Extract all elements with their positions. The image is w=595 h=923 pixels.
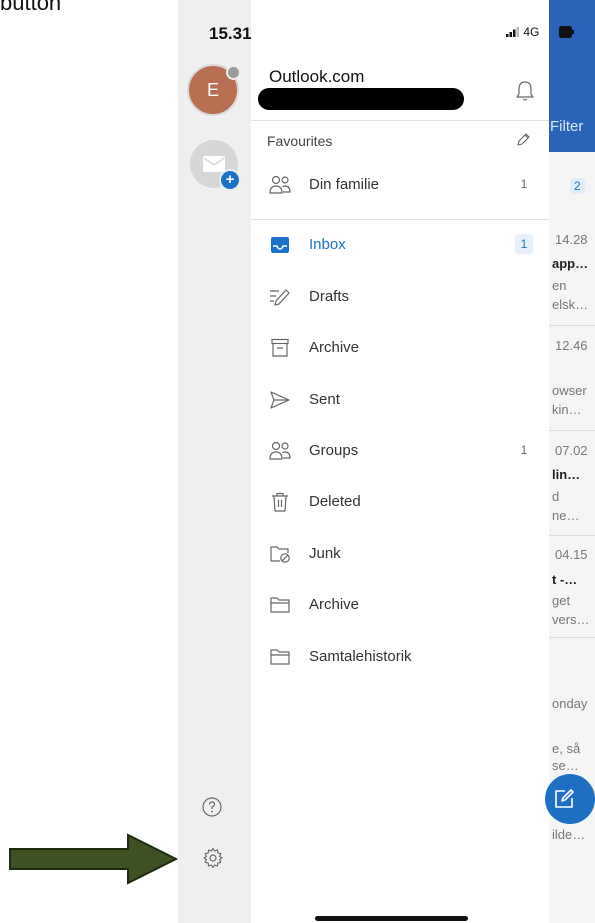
mail-fragment: lin… — [552, 467, 581, 482]
mail-fragment: get — [552, 593, 571, 608]
row-divider — [549, 325, 595, 326]
account-title: Outlook.com — [269, 67, 365, 86]
filter-button[interactable]: Filter — [550, 118, 583, 135]
trash-icon — [272, 492, 288, 512]
unread-count — [515, 337, 533, 357]
groups-icon — [269, 175, 291, 194]
mail-fragment: d — [552, 489, 560, 504]
divider — [251, 120, 549, 121]
unread-count — [515, 491, 533, 511]
mail-fragment: kin… — [552, 402, 582, 417]
redacted-email — [258, 88, 464, 110]
network-label: 4G — [523, 25, 540, 39]
favourite-item-din-familie[interactable]: Din familie 1 — [251, 165, 549, 205]
folder-item-archive[interactable]: Archive — [251, 328, 549, 368]
mail-fragment: 14.28 — [555, 232, 588, 247]
status-indicators: 4G — [506, 25, 539, 39]
folder-label: Drafts — [309, 288, 350, 305]
folder-item-samtalehistorik[interactable]: Samtalehistorik — [251, 637, 549, 677]
folder-label: Archive — [309, 339, 360, 356]
mail-fragment: 12.46 — [555, 338, 588, 353]
unread-count: 1 — [520, 177, 528, 191]
help-icon[interactable] — [202, 797, 222, 817]
row-divider — [549, 430, 595, 431]
mail-fragment: owser — [552, 383, 587, 398]
unread-count: 1 — [515, 234, 533, 254]
folder-item-sent[interactable]: Sent — [251, 380, 549, 420]
mail-fragment: e, så — [552, 741, 581, 756]
folder-label: Din familie — [309, 176, 380, 193]
folder-item-junk[interactable]: Junk — [251, 534, 549, 574]
row-divider — [549, 535, 595, 536]
folder-label: Sent — [309, 391, 340, 408]
groups-icon — [269, 441, 291, 460]
folder-label: Junk — [309, 545, 341, 562]
home-indicator — [315, 916, 468, 921]
plus-icon: + — [219, 169, 241, 191]
folder-label: Archive — [309, 596, 360, 613]
row-divider — [549, 637, 595, 638]
folder-item-archive-2[interactable]: Archive — [251, 585, 549, 625]
unread-count: 1 — [520, 443, 528, 457]
folder-label: Samtalehistorik — [309, 648, 412, 665]
mail-fragment: 07.02 — [555, 443, 588, 458]
unread-count — [515, 286, 533, 306]
presence-dot — [226, 65, 241, 80]
pencil-icon[interactable] — [515, 132, 531, 148]
folder-item-inbox[interactable]: Inbox 1 — [251, 225, 549, 265]
drafts-icon — [270, 289, 290, 306]
junk-icon — [270, 546, 290, 563]
mail-fragment: onday — [552, 696, 588, 711]
status-time-text: 15.31 — [209, 24, 252, 43]
folder-label: Inbox — [309, 236, 346, 253]
unread-count — [515, 543, 533, 563]
folder-item-deleted[interactable]: Deleted — [251, 482, 549, 522]
compose-button[interactable] — [545, 774, 595, 824]
signal-icon — [506, 27, 519, 37]
annotation-arrow — [9, 833, 178, 885]
divider — [251, 219, 549, 220]
compose-icon — [555, 789, 574, 808]
folder-icon — [270, 649, 290, 665]
account-rail — [178, 0, 251, 923]
unread-count — [515, 594, 533, 614]
mail-fragment: elsk… — [552, 297, 589, 312]
inbox-icon — [271, 237, 289, 253]
mail-fragment: ne… — [552, 508, 580, 523]
sent-icon — [270, 391, 290, 409]
mail-fragment: vers… — [552, 612, 590, 627]
favourites-heading: Favourites — [267, 133, 333, 149]
folder-label: Deleted — [309, 493, 361, 510]
unread-count — [515, 389, 533, 409]
unread-badge: 2 — [570, 178, 585, 194]
unread-count — [515, 646, 533, 666]
mail-fragment: app… — [552, 256, 589, 271]
folder-item-drafts[interactable]: Drafts — [251, 277, 549, 317]
folder-item-groups[interactable]: Groups 1 — [251, 431, 549, 471]
mail-fragment: t -… — [552, 572, 578, 587]
mail-fragment: 04.15 — [555, 547, 588, 562]
battery-icon — [559, 26, 574, 38]
mail-fragment: se… — [552, 758, 579, 773]
mail-fragment: ilde… — [552, 827, 586, 842]
folder-label: Groups — [309, 442, 359, 459]
folder-icon — [270, 597, 290, 613]
mail-fragment: en — [552, 278, 567, 293]
page-top-text: button — [0, 0, 62, 15]
avatar-letter: E — [206, 79, 219, 100]
bell-icon[interactable] — [515, 80, 535, 102]
gear-icon[interactable] — [202, 847, 224, 869]
archive-icon — [271, 338, 289, 357]
mail-icon — [203, 156, 225, 172]
